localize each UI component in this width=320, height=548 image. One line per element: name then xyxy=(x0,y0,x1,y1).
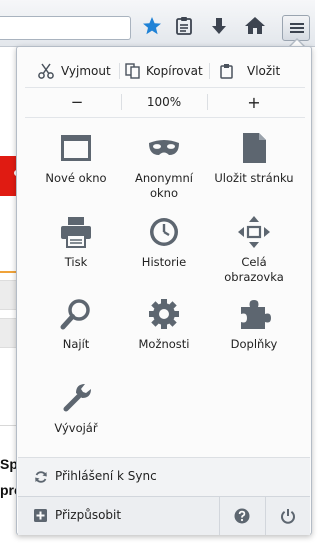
find-button[interactable]: Najít xyxy=(31,297,121,352)
star-icon[interactable] xyxy=(140,14,164,38)
developer-icon xyxy=(59,381,93,415)
paste-button[interactable]: Vložit xyxy=(219,59,280,83)
zoom-reset-button[interactable]: 100% xyxy=(123,91,205,113)
developer-button[interactable]: Vývojář xyxy=(31,381,121,436)
find-label: Najít xyxy=(62,337,90,351)
page-banner xyxy=(0,156,16,196)
addons-button[interactable]: Doplňky xyxy=(209,297,299,352)
paste-icon xyxy=(220,64,233,79)
sync-icon xyxy=(35,471,47,483)
find-icon xyxy=(59,297,93,331)
sync-button[interactable]: Přihlášení k Sync xyxy=(18,457,310,496)
help-button[interactable] xyxy=(220,497,264,535)
zoom-in-button[interactable]: + xyxy=(211,91,297,113)
history-label: Historie xyxy=(141,255,187,269)
print-icon xyxy=(59,215,93,249)
options-label: Možnosti xyxy=(138,337,190,351)
fullscreen-label: Celá obrazovka xyxy=(224,255,284,284)
main-menu-panel: Vyjmout Kopírovat Vložit − 100% + Nové o… xyxy=(16,46,312,535)
customize-button[interactable]: Přizpůsobit xyxy=(18,497,218,535)
new-window-label: Nové okno xyxy=(45,171,107,185)
copy-icon xyxy=(125,63,140,79)
copy-button[interactable]: Kopírovat xyxy=(125,59,203,83)
cut-label: Vyjmout xyxy=(61,64,111,78)
zoom-out-button[interactable]: − xyxy=(37,91,117,113)
copy-label: Kopírovat xyxy=(146,64,203,78)
fullscreen-icon xyxy=(237,215,271,249)
history-icon xyxy=(147,215,181,249)
developer-label: Vývojář xyxy=(54,421,98,435)
download-icon[interactable] xyxy=(207,14,231,38)
panel-footer: Přizpůsobit xyxy=(18,496,310,535)
fullscreen-button[interactable]: Celá obrazovka xyxy=(209,215,299,285)
navigation-toolbar xyxy=(0,0,315,47)
customize-label: Přizpůsobit xyxy=(55,508,122,522)
cut-icon xyxy=(38,63,54,79)
private-window-icon xyxy=(147,131,181,165)
url-bar[interactable] xyxy=(0,16,131,40)
private-window-label: Anonymní okno xyxy=(135,171,193,200)
history-button[interactable]: Historie xyxy=(119,215,209,270)
save-page-label: Uložit stránku xyxy=(214,171,294,185)
cut-button[interactable]: Vyjmout xyxy=(37,59,111,83)
home-icon[interactable] xyxy=(243,14,267,38)
addons-icon xyxy=(237,297,271,331)
save-page-icon xyxy=(237,131,271,165)
edit-controls: Vyjmout Kopírovat Vložit xyxy=(17,59,311,83)
help-icon xyxy=(234,508,250,524)
private-window-button[interactable]: Anonymní okno xyxy=(119,131,209,201)
print-label: Tisk xyxy=(64,255,88,269)
customize-icon xyxy=(34,509,47,522)
sync-label: Přihlášení k Sync xyxy=(55,469,157,483)
print-button[interactable]: Tisk xyxy=(31,215,121,270)
options-button[interactable]: Možnosti xyxy=(119,297,209,352)
paste-label: Vložit xyxy=(247,64,281,78)
zoom-controls: − 100% + xyxy=(17,91,311,113)
addons-label: Doplňky xyxy=(230,337,278,351)
power-icon xyxy=(281,509,295,524)
new-window-icon xyxy=(59,131,93,165)
menu-icon xyxy=(290,23,304,25)
save-page-button[interactable]: Uložit stránku xyxy=(209,131,299,186)
quit-button[interactable] xyxy=(266,497,310,535)
reading-list-icon[interactable] xyxy=(172,14,196,38)
options-icon xyxy=(147,297,181,331)
new-window-button[interactable]: Nové okno xyxy=(31,131,121,186)
